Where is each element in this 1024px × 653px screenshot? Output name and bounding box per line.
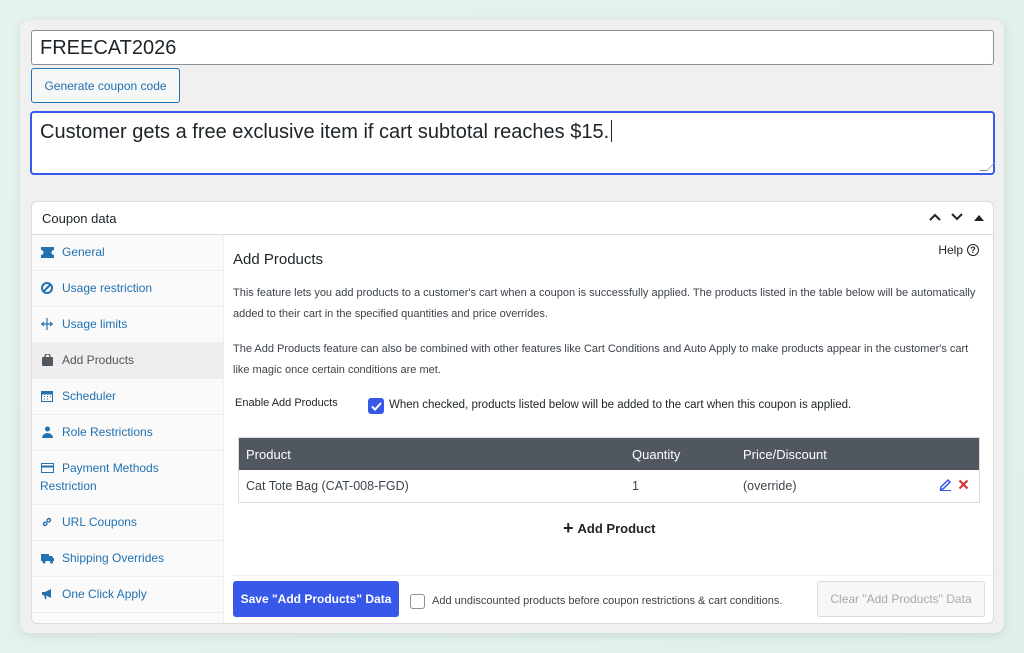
ticket-icon — [40, 245, 54, 259]
enable-add-products-label: Enable Add Products — [235, 397, 338, 409]
delete-x-icon[interactable] — [958, 479, 969, 493]
tab-one-click-apply[interactable]: One Click Apply — [32, 577, 223, 613]
tab-scheduler[interactable]: Scheduler — [32, 379, 223, 415]
table-header: Product Quantity Price/Discount — [239, 438, 979, 470]
generate-coupon-button[interactable]: Generate coupon code — [31, 68, 180, 103]
add-products-footer: Save "Add Products" Data Add undiscounte… — [233, 575, 993, 623]
tab-label: One Click Apply — [62, 587, 147, 601]
tab-general[interactable]: General — [32, 235, 223, 271]
products-table: Product Quantity Price/Discount Cat Tote… — [238, 437, 980, 503]
coupon-description-textarea[interactable]: Customer gets a free exclusive item if c… — [30, 111, 995, 175]
megaphone-icon — [40, 587, 54, 601]
add-product-button[interactable]: + Add Product — [563, 519, 656, 537]
edit-pencil-icon[interactable] — [939, 478, 952, 494]
tab-shipping-overrides[interactable]: Shipping Overrides — [32, 541, 223, 577]
tab-label: General — [62, 245, 105, 259]
save-add-products-button[interactable]: Save "Add Products" Data — [233, 581, 399, 617]
coupon-tabs: General Usage restriction Usage limits A… — [32, 235, 224, 623]
tab-add-products[interactable]: Add Products — [32, 343, 223, 379]
tab-label: Add Products — [62, 353, 135, 367]
move-down-icon[interactable] — [949, 209, 965, 225]
block-icon — [40, 281, 54, 295]
column-header-quantity: Quantity — [632, 446, 681, 462]
bag-icon — [40, 353, 54, 367]
quantity-cell: 1 — [632, 479, 639, 493]
tab-label: Usage restriction — [62, 281, 153, 295]
tab-url-coupons[interactable]: URL Coupons — [32, 505, 223, 541]
tab-label: Scheduler — [62, 389, 117, 403]
tab-label: URL Coupons — [62, 515, 137, 529]
clear-add-products-button[interactable]: Clear "Add Products" Data — [817, 581, 985, 617]
tab-label: Shipping Overrides — [62, 551, 165, 565]
add-products-content: Help ? Add Products This feature lets yo… — [233, 235, 993, 623]
coupon-code-input[interactable]: FREECAT2026 — [31, 30, 994, 65]
panel-header: Coupon data — [32, 202, 993, 235]
limits-icon — [40, 317, 54, 331]
description-text: Customer gets a free exclusive item if c… — [40, 121, 610, 143]
move-up-icon[interactable] — [927, 209, 943, 225]
combine-paragraph: The Add Products feature can also be com… — [233, 343, 969, 376]
column-header-price: Price/Discount — [743, 446, 827, 462]
help-question-icon: ? — [967, 244, 979, 256]
help-label: Help — [938, 243, 963, 257]
resize-grip-icon[interactable] — [979, 163, 995, 171]
enable-add-products-description: When checked, products listed below will… — [389, 399, 852, 411]
calendar-icon — [40, 389, 54, 403]
plus-icon: + — [563, 518, 574, 538]
column-header-product: Product — [246, 446, 291, 462]
price-cell: (override) — [743, 479, 797, 493]
text-caret — [611, 120, 613, 142]
tab-payment-methods-restriction[interactable]: Payment Methods Restriction — [32, 451, 223, 505]
user-icon — [40, 425, 54, 439]
coupon-data-panel: Coupon data General Usage restriction Us… — [31, 201, 994, 624]
checkmark-icon — [370, 401, 382, 411]
table-row: Cat Tote Bag (CAT-008-FGD) 1 (override) — [239, 470, 979, 502]
tab-usage-restriction[interactable]: Usage restriction — [32, 271, 223, 307]
enable-add-products-checkbox[interactable] — [368, 398, 384, 414]
tab-label: Usage limits — [62, 317, 128, 331]
add-product-label: Add Product — [577, 520, 656, 536]
link-icon — [40, 515, 54, 529]
help-link[interactable]: Help ? — [938, 243, 979, 257]
section-title: Add Products — [233, 251, 324, 268]
truck-icon — [40, 551, 54, 565]
undiscounted-products-label: Add undiscounted products before coupon … — [432, 595, 783, 607]
undiscounted-products-checkbox[interactable] — [410, 594, 425, 609]
product-cell: Cat Tote Bag (CAT-008-FGD) — [246, 479, 409, 493]
tab-role-restrictions[interactable]: Role Restrictions — [32, 415, 223, 451]
intro-paragraph: This feature lets you add products to a … — [233, 287, 976, 320]
panel-title: Coupon data — [42, 210, 117, 226]
tab-label: Role Restrictions — [62, 425, 153, 439]
tab-label: Payment Methods Restriction — [40, 461, 159, 493]
tab-usage-limits[interactable]: Usage limits — [32, 307, 223, 343]
collapse-toggle-icon[interactable] — [971, 209, 987, 225]
